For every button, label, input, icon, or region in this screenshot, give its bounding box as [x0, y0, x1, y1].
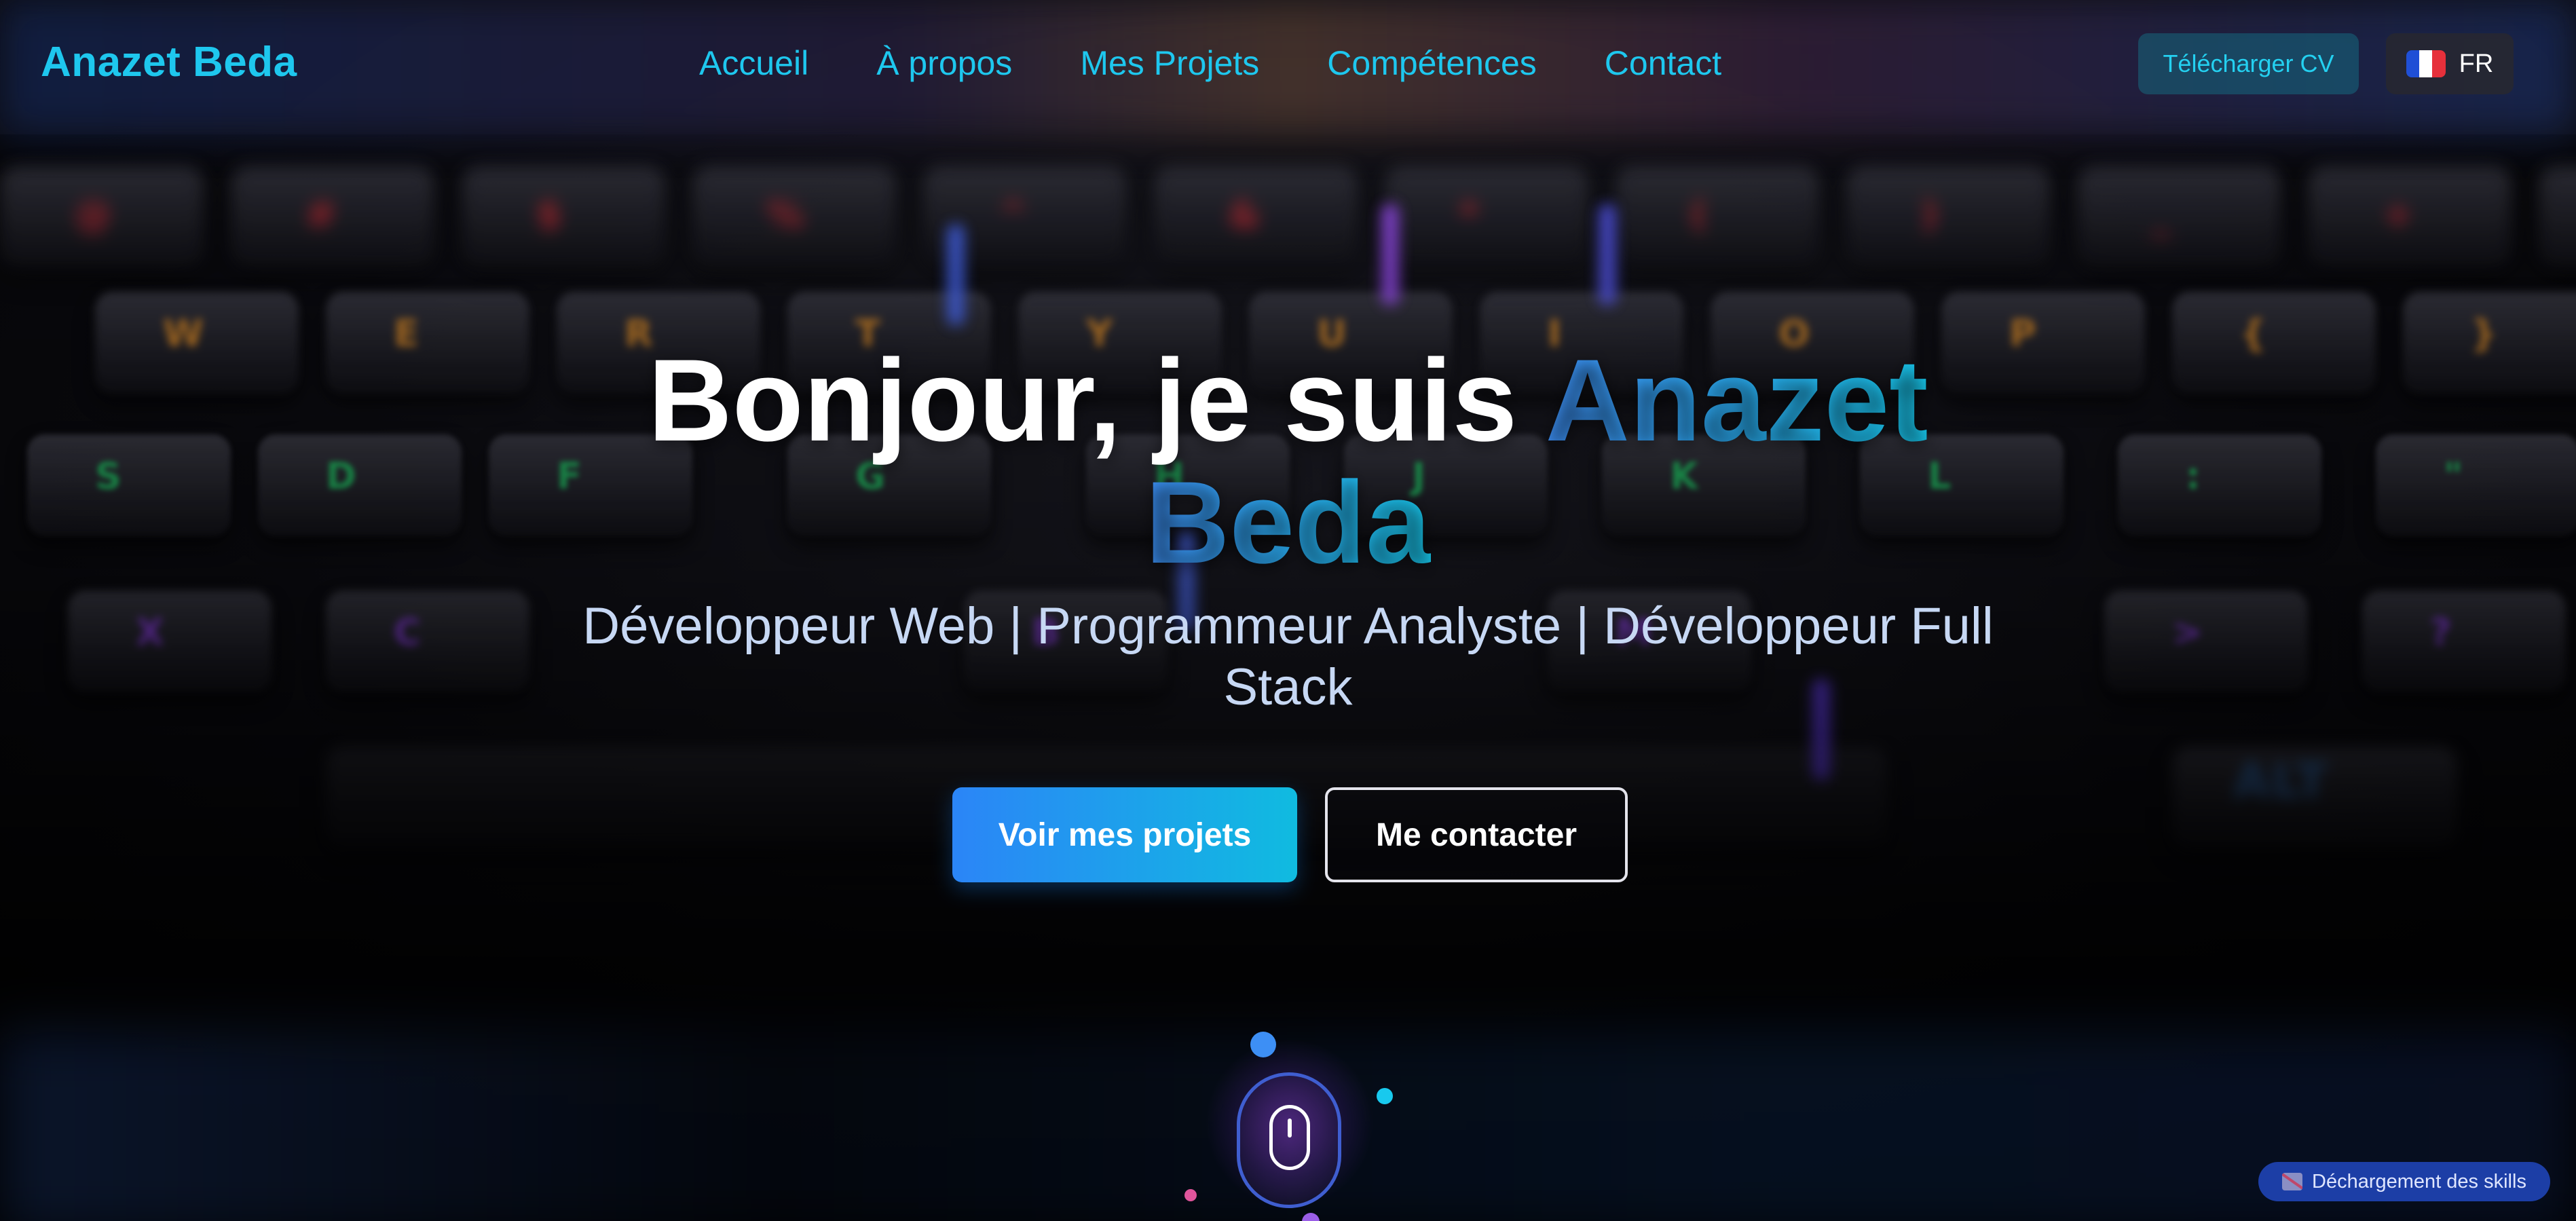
nav-link-accueil[interactable]: Accueil [699, 43, 808, 83]
france-flag-icon [2406, 50, 2446, 77]
decorative-dot [1377, 1088, 1393, 1104]
nav-link-a-propos[interactable]: À propos [876, 43, 1012, 83]
nav-link-contact[interactable]: Contact [1605, 43, 1721, 83]
nav-link-competences[interactable]: Compétences [1327, 43, 1537, 83]
nav-links: Accueil À propos Mes Projets Compétences… [699, 43, 1721, 83]
toast-label: Déchargement des skills [2312, 1170, 2526, 1192]
hero-name-last: Beda [1145, 457, 1431, 588]
hero-greeting: Bonjour, je suis [648, 335, 1546, 466]
decorative-dot [1184, 1189, 1197, 1201]
brand-logo[interactable]: Anazet Beda [41, 38, 297, 86]
mouse-icon [1269, 1105, 1310, 1170]
hero-title: Bonjour, je suis Anazet Beda [0, 339, 2576, 584]
skills-loading-toast: Déchargement des skills [2258, 1162, 2550, 1201]
decorative-dot [1250, 1032, 1276, 1057]
hero-subtitle: Développeur Web | Programmeur Analyste |… [0, 596, 2576, 718]
hero-subtitle-text: Développeur Web | Programmeur Analyste |… [582, 597, 1994, 716]
nav-link-projets[interactable]: Mes Projets [1080, 43, 1259, 83]
language-label: FR [2459, 49, 2494, 78]
page: @ # $ % ^ & * ( ) _ + W E R T Y U I O P … [0, 0, 2576, 1221]
language-switcher-button[interactable]: FR [2386, 33, 2514, 94]
top-navbar: Anazet Beda Accueil À propos Mes Projets… [0, 0, 2576, 134]
view-projects-button[interactable]: Voir mes projets [952, 787, 1297, 882]
contact-me-button[interactable]: Me contacter [1325, 787, 1628, 882]
mouse-wheel-icon [1288, 1119, 1292, 1138]
download-cv-button[interactable]: Télécharger CV [2138, 33, 2359, 94]
broken-image-icon [2282, 1173, 2303, 1190]
hero-name-first: Anazet [1545, 335, 1928, 466]
